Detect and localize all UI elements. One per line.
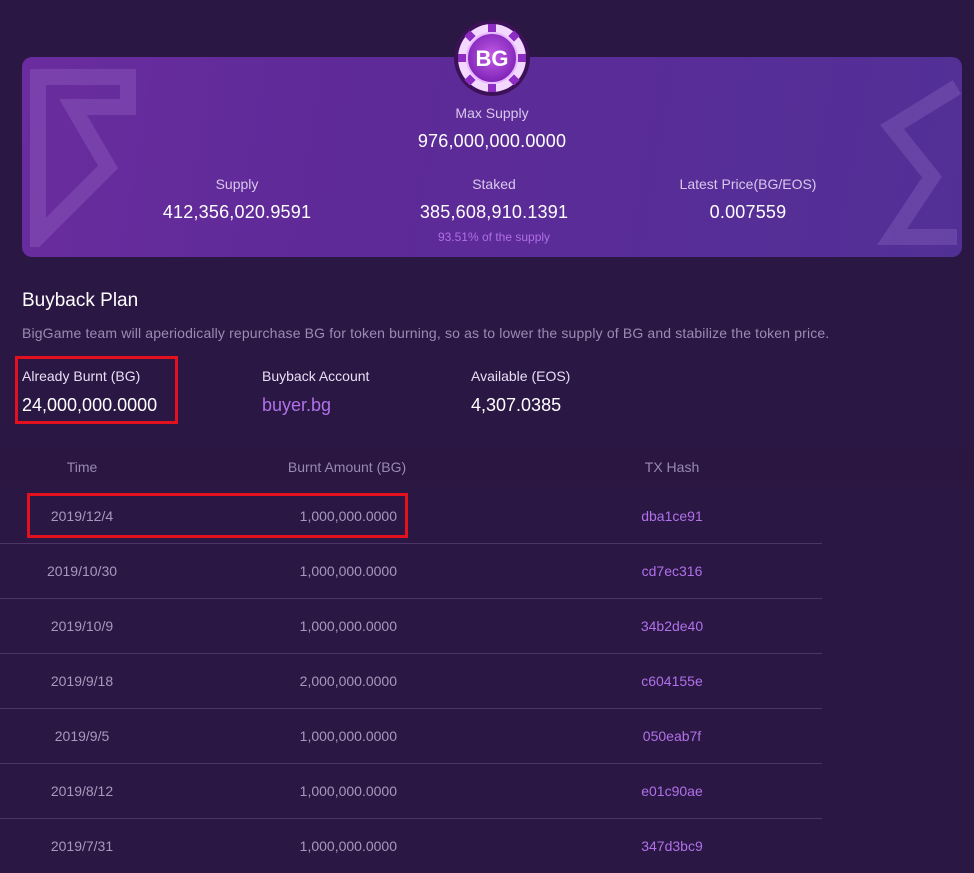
row-burnt-amount: 1,000,000.0000 [299, 618, 397, 634]
supply-value: 412,356,020.9591 [162, 202, 312, 222]
row-tx-hash-link[interactable]: dba1ce91 [602, 508, 742, 524]
buyback-account-label: Buyback Account [262, 368, 370, 384]
row-tx-hash-link[interactable]: 050eab7f [602, 728, 742, 744]
available-eos-value: 4,307.0385 [471, 395, 562, 415]
row-burnt-amount: 1,000,000.0000 [299, 728, 397, 744]
row-time: 2019/7/31 [50, 838, 114, 854]
logo-text: BG [476, 46, 509, 71]
row-tx-hash-link[interactable]: 34b2de40 [602, 618, 742, 634]
row-burnt-amount: 1,000,000.0000 [299, 838, 397, 854]
row-time: 2019/9/18 [50, 673, 114, 689]
column-header-time: Time [66, 459, 98, 475]
staked-value: 385,608,910.1391 [419, 202, 569, 222]
burn-table-header: Time Burnt Amount (BG) TX Hash [0, 447, 974, 487]
table-row: 2019/10/9 1,000,000.0000 34b2de40 [0, 598, 822, 654]
row-tx-hash-link[interactable]: c604155e [602, 673, 742, 689]
column-header-burnt-amount: Burnt Amount (BG) [287, 459, 407, 475]
row-time: 2019/9/5 [54, 728, 110, 744]
row-burnt-amount: 1,000,000.0000 [299, 563, 397, 579]
column-header-tx-hash: TX Hash [644, 459, 700, 475]
latest-price-value: 0.007559 [709, 202, 787, 222]
buyback-plan-title: Buyback Plan [22, 290, 139, 311]
decorative-bg-right [877, 80, 962, 245]
row-time: 2019/10/30 [46, 563, 118, 579]
row-tx-hash-link[interactable]: 347d3bc9 [602, 838, 742, 854]
row-burnt-amount: 2,000,000.0000 [299, 673, 397, 689]
table-row: 2019/8/12 1,000,000.0000 e01c90ae [0, 763, 822, 819]
max-supply-label: Max Supply [455, 105, 529, 121]
row-burnt-amount: 1,000,000.0000 [299, 783, 397, 799]
table-row: 2019/9/18 2,000,000.0000 c604155e [0, 653, 822, 709]
biggame-logo-icon: BG [454, 20, 530, 96]
supply-label: Supply [215, 176, 259, 192]
buyback-account-link[interactable]: buyer.bg [262, 395, 331, 416]
table-row: 2019/10/30 1,000,000.0000 cd7ec316 [0, 543, 822, 599]
staked-label: Staked [472, 176, 516, 192]
latest-price-label: Latest Price(BG/EOS) [679, 176, 817, 192]
staked-percentage-note: 93.51% of the supply [437, 230, 551, 244]
row-time: 2019/10/9 [50, 618, 114, 634]
row-tx-hash-link[interactable]: cd7ec316 [602, 563, 742, 579]
table-row: 2019/9/5 1,000,000.0000 050eab7f [0, 708, 822, 764]
available-eos-label: Available (EOS) [471, 368, 571, 384]
highlight-box-first-row [27, 493, 408, 538]
row-tx-hash-link[interactable]: e01c90ae [602, 783, 742, 799]
row-time: 2019/8/12 [50, 783, 114, 799]
max-supply-value: 976,000,000.0000 [417, 131, 567, 151]
highlight-box-already-burnt [15, 356, 178, 424]
buyback-plan-description: BigGame team will aperiodically repurcha… [22, 325, 830, 341]
